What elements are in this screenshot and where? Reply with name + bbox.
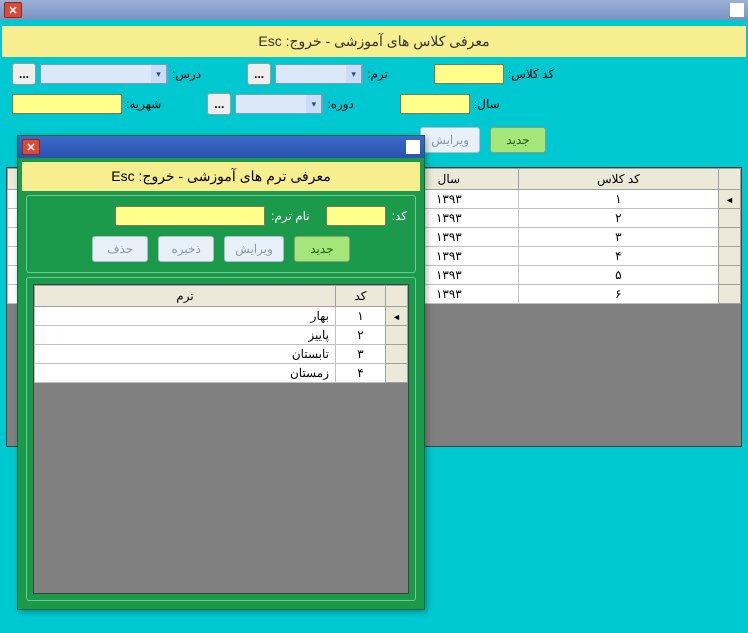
- label-period: دوره:: [327, 97, 354, 111]
- new-button[interactable]: جدید: [490, 127, 546, 153]
- modal-title-band: معرفی ترم های آموزشی - خروج: Esc: [22, 162, 420, 191]
- code-field[interactable]: [326, 206, 386, 226]
- col-class-code: کد کلاس: [518, 169, 718, 190]
- period-combo[interactable]: ▾: [235, 94, 323, 114]
- label-code: کد:: [392, 209, 407, 223]
- chevron-down-icon: ▾: [306, 95, 322, 113]
- modal-save-button[interactable]: ذخیره: [158, 236, 214, 262]
- table-row[interactable]: ۲پاییز: [35, 326, 408, 345]
- table-row[interactable]: ۱بهار: [35, 307, 408, 326]
- tuition-field[interactable]: [12, 94, 122, 114]
- term-combo[interactable]: ▾: [275, 64, 363, 84]
- label-class-code: کد کلاس:: [508, 67, 554, 81]
- modal-form: کد: نام ترم: جدید ویرایش ذخیره حذف: [26, 195, 416, 273]
- mcol-code: کد: [336, 286, 386, 307]
- label-year: سال:: [474, 97, 500, 111]
- label-tuition: شهریه:: [126, 97, 161, 111]
- main-window: ✕ معرفی کلاس های آموزشی - خروج: Esc کد ک…: [0, 0, 748, 633]
- lesson-combo[interactable]: ▾: [40, 64, 168, 84]
- label-term-name: نام ترم:: [271, 209, 309, 223]
- year-field[interactable]: [400, 94, 470, 114]
- main-close-button[interactable]: ✕: [4, 2, 22, 18]
- chevron-down-icon: ▾: [151, 65, 167, 83]
- modal-close-button[interactable]: ✕: [22, 139, 40, 155]
- label-lesson: درس:: [172, 67, 201, 81]
- modal-edit-button[interactable]: ویرایش: [224, 236, 284, 262]
- modal-new-button[interactable]: جدید: [294, 236, 350, 262]
- chevron-down-icon: ▾: [346, 65, 362, 83]
- app-icon: [406, 140, 420, 154]
- modal-delete-button[interactable]: حذف: [92, 236, 148, 262]
- table-row[interactable]: ۳تابستان: [35, 345, 408, 364]
- term-name-field[interactable]: [115, 206, 265, 226]
- main-titlebar: ✕: [0, 0, 748, 20]
- period-browse-button[interactable]: ...: [207, 93, 231, 115]
- term-browse-button[interactable]: ...: [247, 63, 271, 85]
- main-title-band: معرفی کلاس های آموزشی - خروج: Esc: [2, 26, 746, 57]
- label-term: ترم:: [367, 67, 388, 81]
- edit-button[interactable]: ویرایش: [420, 127, 480, 153]
- term-modal: ✕ معرفی ترم های آموزشی - خروج: Esc کد: ن…: [17, 135, 425, 610]
- class-code-field[interactable]: [434, 64, 504, 84]
- table-row[interactable]: ۴زمستان: [35, 364, 408, 383]
- modal-titlebar: ✕: [18, 136, 424, 158]
- modal-grid[interactable]: کد ترم ۱بهار ۲پاییز ۳تابستان ۴زمستان: [33, 284, 409, 594]
- app-icon: [730, 3, 744, 17]
- lesson-browse-button[interactable]: ...: [12, 63, 36, 85]
- mcol-term: ترم: [35, 286, 336, 307]
